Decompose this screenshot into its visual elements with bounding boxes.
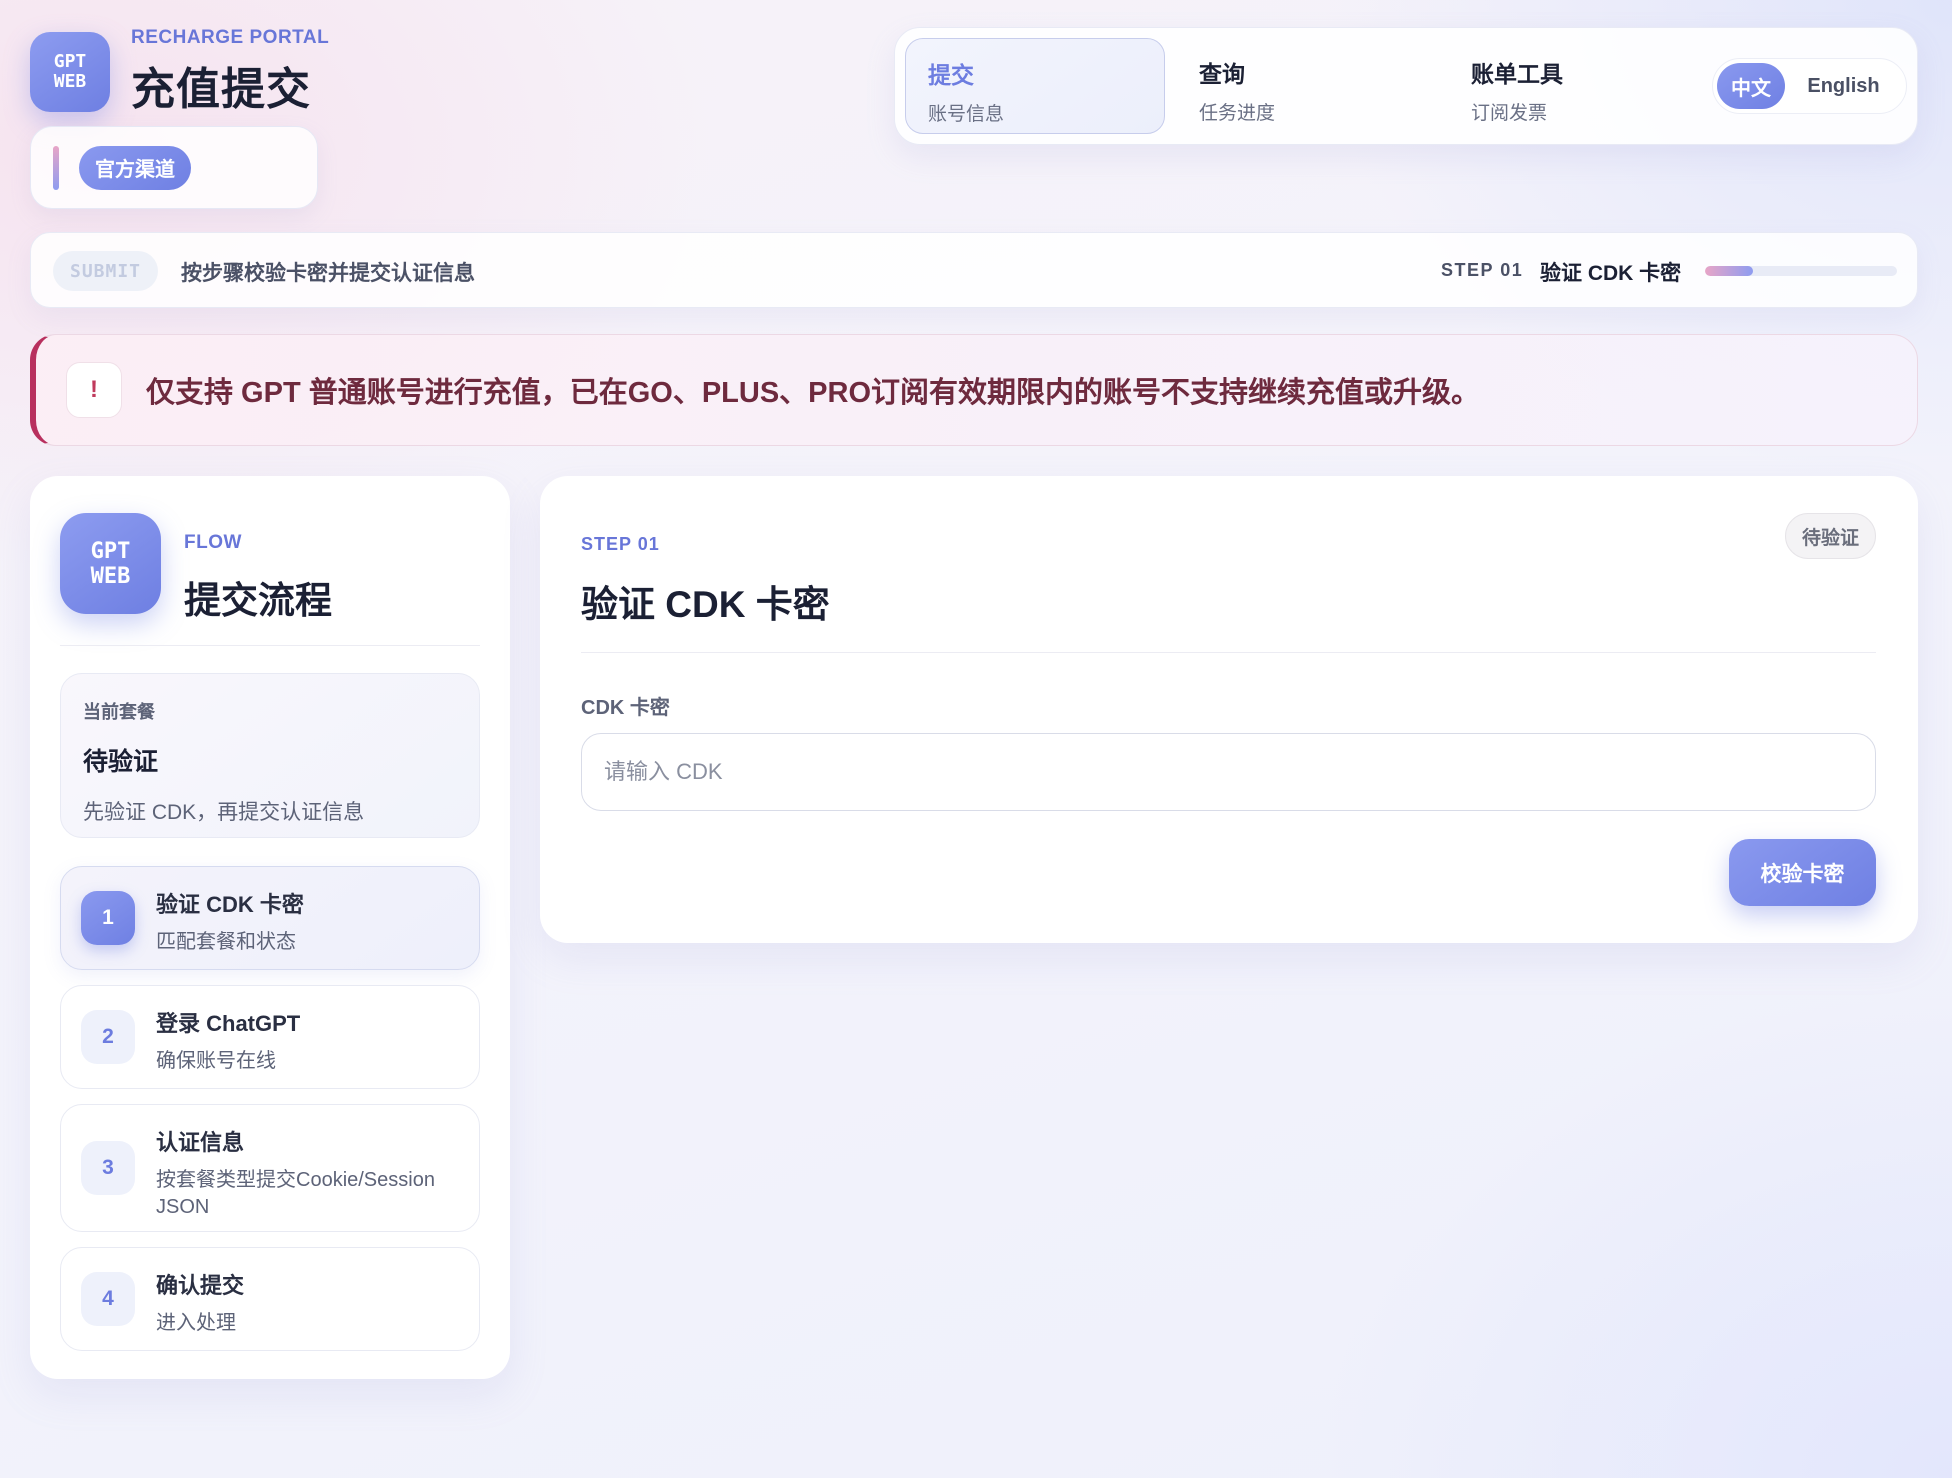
flow-logo: GPT WEB [60,513,161,614]
cdk-input[interactable] [581,733,1876,811]
gpt-web-logo: GPT WEB [30,32,110,112]
step-number-1: 1 [81,891,135,945]
step-texts-3: 认证信息 按套餐类型提交Cookie/Session JSON [156,1125,461,1221]
submit-status-bar: SUBMIT 按步骤校验卡密并提交认证信息 STEP 01 验证 CDK 卡密 [30,232,1918,308]
main-divider [581,652,1876,653]
step-title-4: 确认提交 [156,1273,245,1298]
alert-message: 仅支持 GPT 普通账号进行充值，已在GO、PLUS、PRO订阅有效期限内的账号… [146,377,1481,409]
step-title-1: 验证 CDK 卡密 [156,892,304,917]
step-number-3: 3 [81,1141,135,1195]
tab-submit[interactable]: 提交 账号信息 [905,38,1165,134]
step-desc-3: 按套餐类型提交Cookie/Session JSON [156,1169,435,1218]
step-texts-4: 确认提交 进入处理 [156,1268,461,1337]
channel-accent-bar [53,145,59,190]
submit-description: 按步骤校验卡密并提交认证信息 [181,262,475,285]
step-texts-2: 登录 ChatGPT 确保账号在线 [156,1006,461,1075]
step-texts-1: 验证 CDK 卡密 匹配套餐和状态 [156,887,461,956]
brand: GPT WEB RECHARGE PORTAL 充值提交 [30,27,329,117]
tab-billing-tools[interactable]: 账单工具 订阅发票 [1449,38,1709,134]
status-badge: 待验证 [1784,513,1876,559]
logo-line-2: WEB [53,71,87,92]
current-step-label: STEP 01 [1441,260,1524,280]
step-number-2: 2 [81,1010,135,1064]
official-channel-badge: 官方渠道 [79,145,191,190]
main-title: 验证 CDK 卡密 [581,584,830,625]
plan-value: 待验证 [83,748,159,776]
top-nav: 提交 账号信息 查询 任务进度 账单工具 订阅发票 中文 English [894,27,1918,145]
step-desc-4: 进入处理 [156,1312,236,1334]
flow-title: 提交流程 [184,580,332,621]
cdk-field-label: CDK 卡密 [581,697,670,719]
current-plan-card: 当前套餐 待验证 先验证 CDK，再提交认证信息 [60,673,480,838]
tab-query[interactable]: 查询 任务进度 [1177,38,1437,134]
tab-submit-sub: 账号信息 [928,104,1005,125]
flow-sidebar: GPT WEB FLOW 提交流程 当前套餐 待验证 先验证 CDK，再提交认证… [30,476,510,1379]
submit-tag: SUBMIT [53,251,159,291]
flow-step-4[interactable]: 4 确认提交 进入处理 [60,1247,480,1351]
tab-billing-sub: 订阅发票 [1471,103,1548,124]
brand-text: RECHARGE PORTAL 充值提交 [131,27,329,117]
step-title-2: 登录 ChatGPT [156,1011,301,1036]
flow-subtitle: FLOW [184,532,242,553]
logo-line-1: GPT [53,51,87,72]
brand-subtitle: RECHARGE PORTAL [131,27,330,48]
flow-step-2[interactable]: 2 登录 ChatGPT 确保账号在线 [60,985,480,1089]
flow-divider [60,645,480,646]
lang-chinese-button[interactable]: 中文 [1717,63,1785,109]
flow-logo-line-1: GPT [90,538,131,564]
tab-query-sub: 任务进度 [1199,103,1276,124]
page-title: 充值提交 [131,65,311,114]
tab-billing-label: 账单工具 [1471,61,1563,87]
plan-description: 先验证 CDK，再提交认证信息 [83,801,365,824]
step-desc-1: 匹配套餐和状态 [156,931,296,953]
step-progress-bar [1705,266,1897,276]
step-number-4: 4 [81,1272,135,1326]
channel-card: 官方渠道 [30,126,318,209]
exclamation-icon: ! [66,362,122,418]
current-step-name: 验证 CDK 卡密 [1540,262,1682,285]
lang-english-button[interactable]: English [1785,63,1902,109]
tab-submit-label: 提交 [928,62,974,88]
step-desc-2: 确保账号在线 [156,1050,276,1072]
language-switch: 中文 English [1712,58,1907,114]
verify-cdk-button[interactable]: 校验卡密 [1729,839,1876,906]
tab-query-label: 查询 [1199,61,1245,87]
flow-logo-line-2: WEB [90,563,131,589]
flow-step-1[interactable]: 1 验证 CDK 卡密 匹配套餐和状态 [60,866,480,970]
flow-step-3[interactable]: 3 认证信息 按套餐类型提交Cookie/Session JSON [60,1104,480,1232]
step-progress-fill [1705,266,1753,276]
main-step-label: STEP 01 [581,534,660,554]
plan-label: 当前套餐 [83,702,155,722]
warning-alert: ! 仅支持 GPT 普通账号进行充值，已在GO、PLUS、PRO订阅有效期限内的… [30,334,1918,446]
cdk-verify-card: STEP 01 验证 CDK 卡密 待验证 CDK 卡密 校验卡密 [540,476,1918,943]
step-title-3: 认证信息 [156,1130,245,1155]
